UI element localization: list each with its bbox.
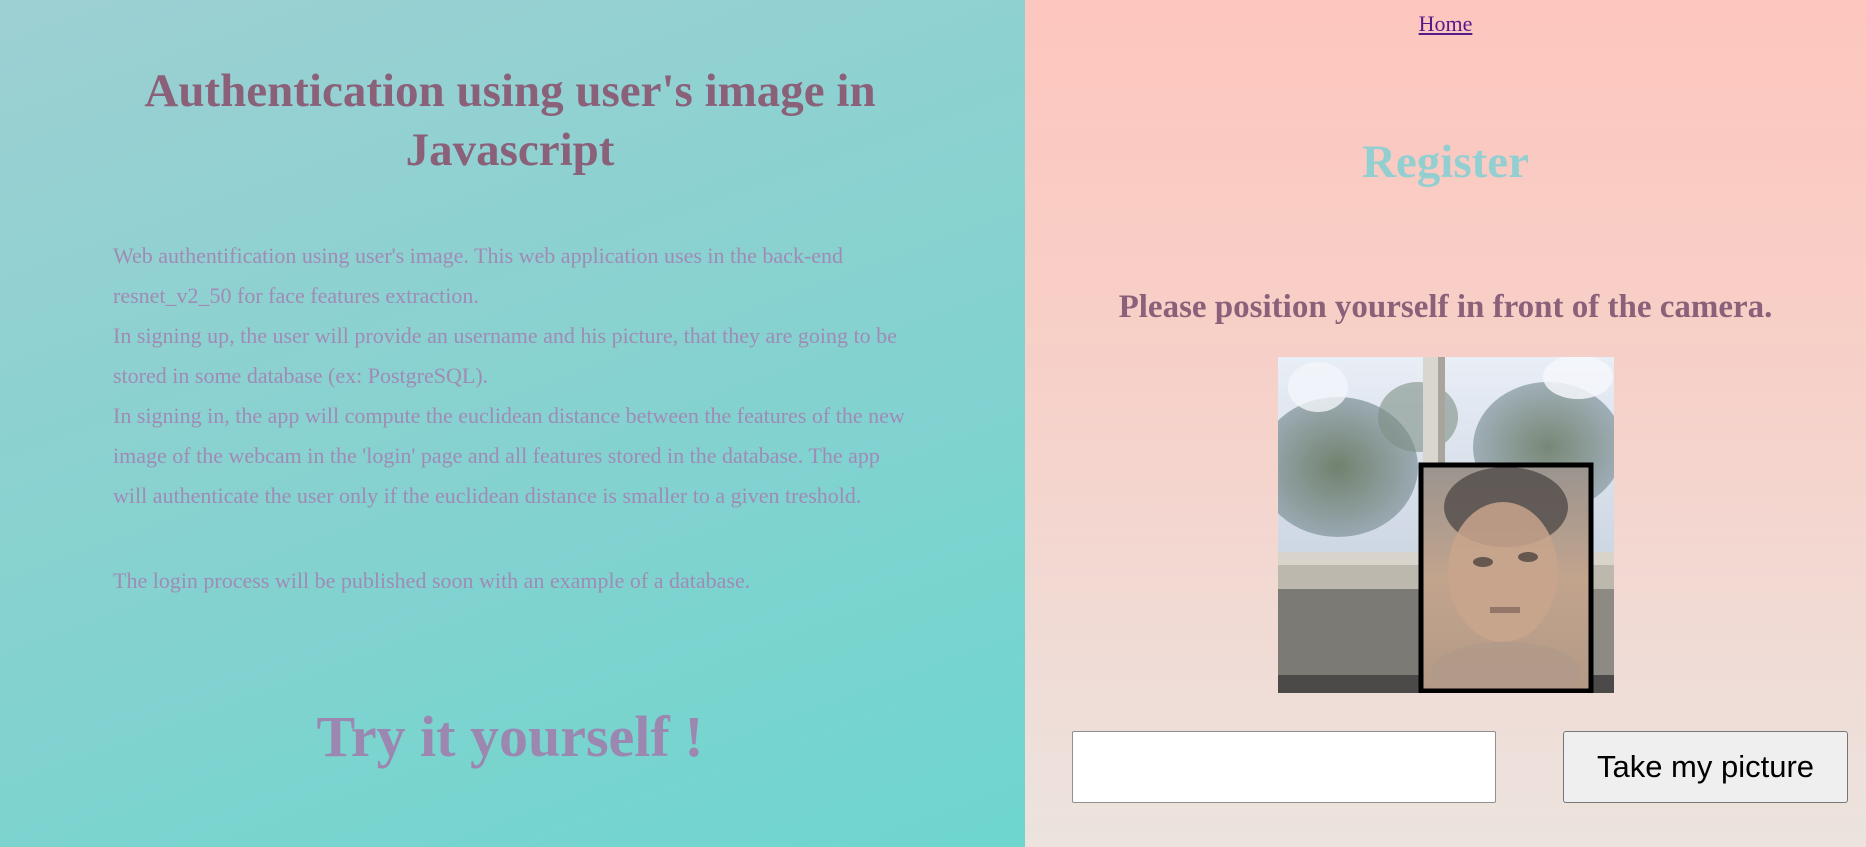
username-input[interactable] [1072,731,1496,803]
page-title: Authentication using user's image in Jav… [144,65,876,176]
camera-instruction: Please position yourself in front of the… [1118,289,1773,325]
webcam-frame [1278,357,1614,693]
try-it-heading: Try it yourself ! [316,704,704,769]
description: Web authentification using user's image.… [113,236,913,601]
take-picture-button[interactable]: Take my picture [1563,731,1848,803]
webcam-video [1278,357,1614,693]
home-nav: Home [1025,9,1866,39]
description-paragraph: In signing in, the app will compute the … [113,403,905,508]
left-panel: Authentication using user's image in Jav… [0,0,1025,847]
login-note: The login process will be published soon… [113,568,751,593]
register-heading: Register [1361,136,1530,188]
right-panel: Home Register Please position yourself i… [1025,0,1866,847]
description-paragraph: In signing up, the user will provide an … [113,323,897,388]
home-link[interactable]: Home [1419,11,1473,36]
description-paragraph: Web authentification using user's image.… [113,243,844,308]
